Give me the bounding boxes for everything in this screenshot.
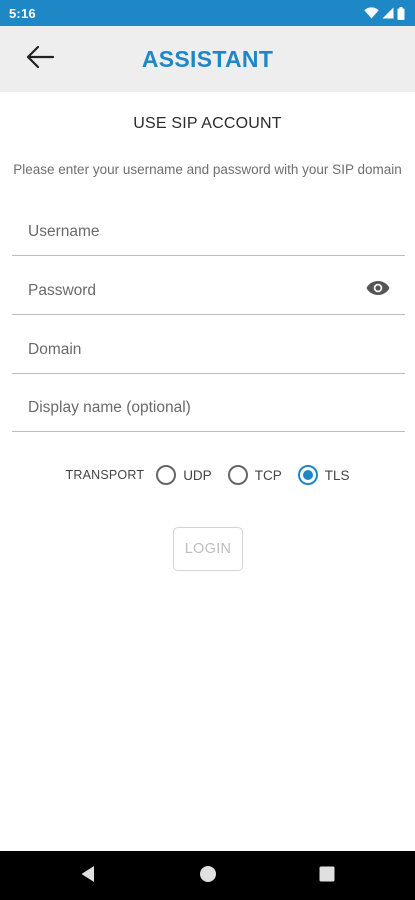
app-title: ASSISTANT [141, 45, 274, 72]
nav-back-button[interactable] [75, 863, 101, 889]
wifi-icon [364, 7, 379, 19]
status-icons [364, 6, 405, 20]
display-name-input[interactable] [28, 392, 358, 424]
transport-option-tls[interactable]: TLS [297, 465, 350, 485]
status-time: 5:16 [9, 5, 36, 21]
domain-field [12, 328, 405, 374]
navigation-bar [0, 851, 415, 900]
domain-input[interactable] [28, 334, 358, 366]
page-heading: USE SIP ACCOUNT [133, 115, 282, 132]
transport-label: TRANSPORT [65, 468, 145, 482]
recents-square-icon [319, 866, 335, 887]
username-field [12, 210, 405, 256]
signal-icon [382, 7, 394, 19]
status-bar: 5:16 [0, 0, 415, 26]
display-name-field [12, 386, 405, 432]
radio-label-tcp: TCP [254, 467, 282, 483]
radio-tls[interactable] [297, 465, 318, 485]
app-bar: ASSISTANT [0, 26, 415, 92]
radio-udp[interactable] [156, 465, 177, 485]
home-circle-icon [199, 865, 217, 888]
transport-selector: TRANSPORT UDP TCP TLS [0, 462, 415, 488]
password-field [12, 269, 405, 315]
eye-icon [366, 280, 390, 301]
instructions-text: Please enter your username and password … [13, 162, 402, 177]
login-button[interactable]: LOGIN [173, 527, 243, 571]
battery-icon [397, 6, 405, 20]
transport-option-tcp[interactable]: TCP [227, 465, 282, 485]
password-input[interactable] [28, 275, 358, 307]
transport-option-udp[interactable]: UDP [156, 465, 212, 485]
username-input[interactable] [28, 216, 358, 248]
nav-home-button[interactable] [195, 863, 221, 889]
nav-recents-button[interactable] [314, 863, 340, 889]
radio-selected-dot [302, 470, 313, 480]
show-password-button[interactable] [365, 280, 391, 300]
radio-tcp[interactable] [227, 465, 248, 485]
back-triangle-icon [80, 865, 96, 888]
radio-label-tls: TLS [324, 467, 350, 483]
radio-label-udp: UDP [183, 467, 212, 483]
